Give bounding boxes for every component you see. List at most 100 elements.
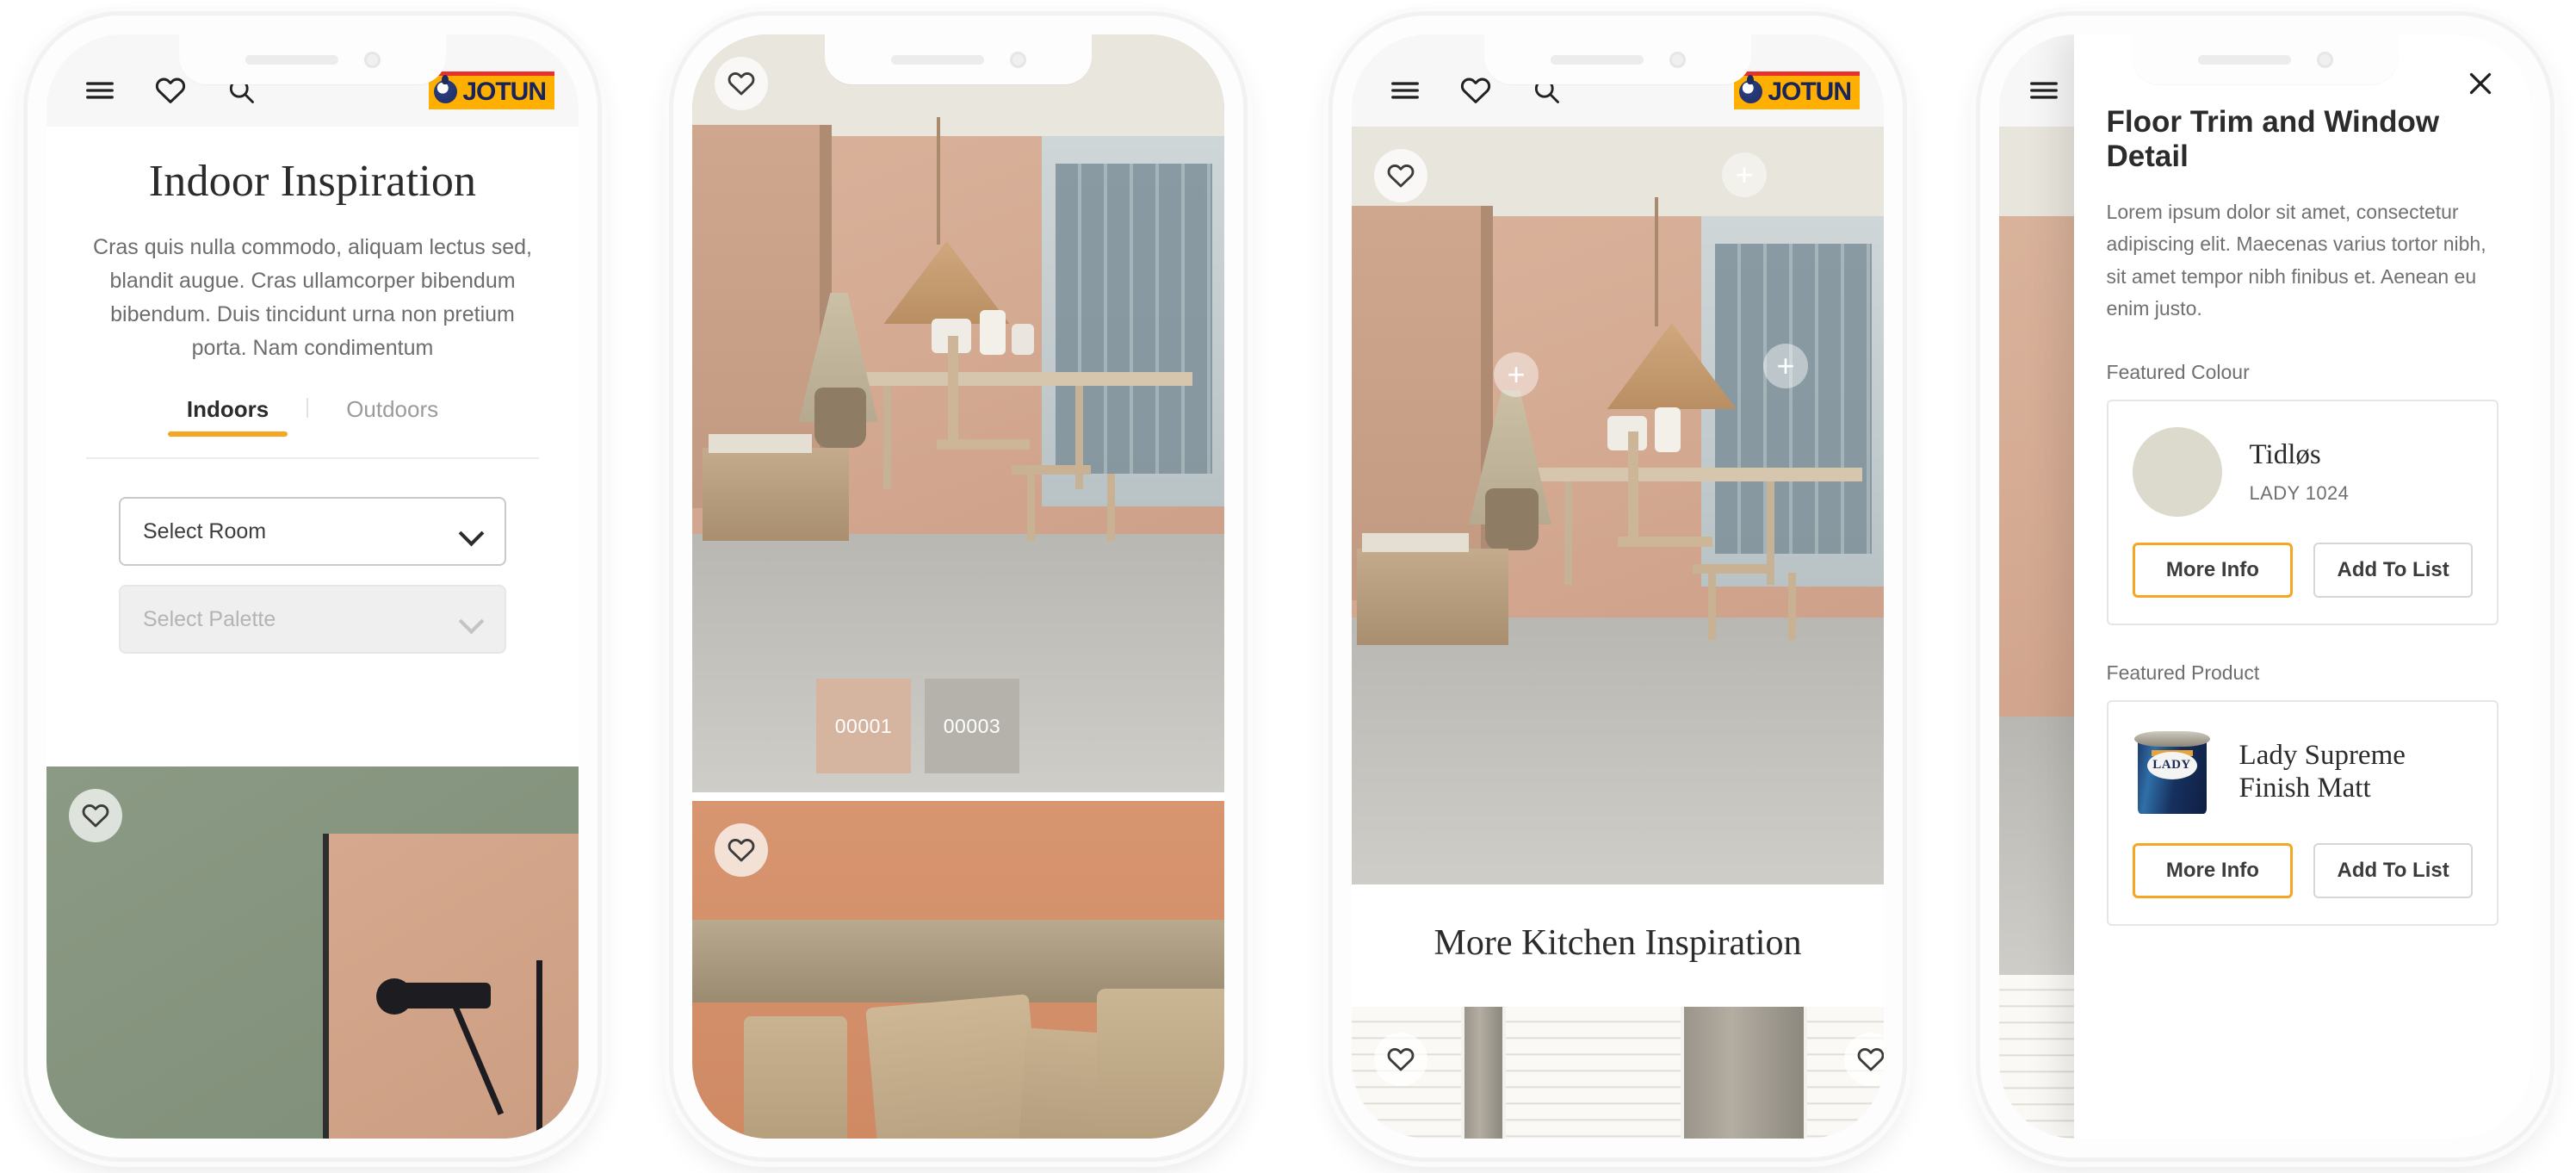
- favourite-button[interactable]: [715, 57, 768, 110]
- phone-1-body: JOTUN Indoor Inspiration Cras quis nulla…: [46, 34, 579, 1139]
- phone-4-screen: Floor Trim and Window Detail Lorem ipsum…: [1999, 34, 2531, 1139]
- hotspot-plus-icon[interactable]: +: [1722, 152, 1767, 197]
- favourite-button[interactable]: [69, 789, 122, 842]
- select-room[interactable]: Select Room: [119, 497, 506, 566]
- menu-icon[interactable]: [81, 71, 119, 109]
- menu-icon[interactable]: [1386, 71, 1424, 109]
- select-palette[interactable]: Select Palette: [119, 585, 506, 654]
- photo-books: [1362, 533, 1470, 552]
- jotun-droplet-icon: [434, 75, 458, 103]
- photo-pendant-cord: [1655, 197, 1659, 326]
- tab-indoors[interactable]: Indoors: [149, 396, 307, 437]
- colour-card-text: Tidløs LADY 1024: [2250, 439, 2350, 505]
- inspiration-photo[interactable]: + + +: [1352, 127, 1884, 884]
- favourite-button[interactable]: [715, 823, 768, 877]
- featured-colour-card: Tidløs LADY 1024 More Info Add To List: [2106, 400, 2499, 625]
- favourite-button[interactable]: [1374, 1033, 1427, 1086]
- earpiece-speaker: [1550, 54, 1644, 65]
- drawer-title: Floor Trim and Window Detail: [2106, 105, 2440, 173]
- phone-2-body: 00001 00003: [692, 34, 1224, 1139]
- front-camera: [2316, 51, 2333, 68]
- more-info-button[interactable]: More Info: [2132, 543, 2294, 598]
- colour-swatch: [2132, 427, 2222, 517]
- photo-bench: [1357, 549, 1509, 645]
- page-title: Indoor Inspiration: [148, 157, 477, 206]
- front-camera: [363, 51, 381, 68]
- photo-vase: [814, 388, 867, 448]
- paint-can-label: LADY: [2146, 751, 2197, 779]
- favourite-button[interactable]: [1374, 149, 1427, 202]
- menu-icon[interactable]: [2025, 71, 2063, 109]
- tile-thumbnail-strip: [1352, 1007, 1884, 1139]
- photo-window-glass: [1715, 244, 1872, 554]
- more-inspiration-section: More Kitchen Inspiration: [1352, 884, 1884, 1007]
- inspiration-photo[interactable]: [46, 766, 579, 1139]
- jotun-droplet-icon: [1739, 75, 1763, 103]
- drawer-description: Lorem ipsum dolor sit amet, consectetur …: [2106, 201, 2486, 320]
- add-to-list-button[interactable]: Add To List: [2313, 543, 2473, 598]
- photo-stool-leg: [1027, 474, 1036, 541]
- phone-3-body: JOTUN + + + More Kitchen Inspiration: [1352, 34, 1884, 1139]
- photo-stool-seat: [1692, 564, 1774, 574]
- tab-bar: Indoors Outdoors: [86, 396, 539, 437]
- section-title: More Kitchen Inspiration: [1434, 923, 1802, 963]
- photo-ceiling: [1352, 127, 1884, 216]
- screenshot-stage: JOTUN Indoor Inspiration Cras quis nulla…: [0, 0, 2576, 1173]
- phone-notch: [2132, 34, 2399, 84]
- phone-4: Floor Trim and Window Detail Lorem ipsum…: [1980, 16, 2550, 1157]
- photo-tableware: [1655, 407, 1681, 452]
- photo-tableware: [1011, 324, 1034, 355]
- heart-icon[interactable]: [152, 71, 189, 109]
- photo-basket: [1097, 989, 1224, 1139]
- product-name: Lady Supreme Finish Matt: [2239, 740, 2406, 804]
- add-to-list-button[interactable]: Add To List: [2313, 843, 2473, 898]
- detail-drawer: Floor Trim and Window Detail Lorem ipsum…: [2073, 34, 2531, 1139]
- photo-stool-leg: [1787, 573, 1796, 640]
- phone-1: JOTUN Indoor Inspiration Cras quis nulla…: [28, 16, 598, 1157]
- tile-thumbnail[interactable]: [1506, 1007, 1681, 1139]
- jotun-logo[interactable]: JOTUN: [1734, 71, 1860, 109]
- inspiration-photo-top[interactable]: 00001 00003: [692, 34, 1224, 792]
- phone-notch: [179, 34, 446, 84]
- phone-notch: [1484, 34, 1751, 84]
- earpiece-speaker: [890, 54, 984, 65]
- jotun-logo-text: JOTUN: [462, 77, 547, 106]
- photo-pendant-cord: [937, 117, 941, 245]
- inspiration-strip[interactable]: [1352, 1007, 1884, 1139]
- tile-thumbnail[interactable]: [1683, 1007, 1805, 1139]
- photo-books: [708, 434, 812, 453]
- more-info-button[interactable]: More Info: [2132, 843, 2294, 898]
- photo-table-top: [851, 372, 1192, 386]
- heart-icon[interactable]: [1457, 71, 1495, 109]
- colour-swatch[interactable]: 00001: [816, 679, 911, 773]
- colour-code: LADY 1024: [2249, 481, 2350, 504]
- photo-tableware: [979, 310, 1006, 355]
- chevron-down-icon: [460, 520, 482, 543]
- tile-thumbnail[interactable]: [1464, 1007, 1503, 1139]
- photo-stool-seat: [1011, 465, 1091, 475]
- earpiece-speaker: [2197, 54, 2291, 65]
- colour-code: 00003: [943, 714, 1001, 737]
- hotspot-plus-icon[interactable]: +: [1763, 344, 1808, 388]
- photo-table-top: [1533, 468, 1863, 481]
- hero-section: Indoor Inspiration Cras quis nulla commo…: [46, 127, 579, 459]
- hotspot-plus-icon[interactable]: +: [1494, 352, 1539, 397]
- front-camera: [1669, 51, 1686, 68]
- tab-outdoors[interactable]: Outdoors: [308, 396, 476, 437]
- photo-lamp-stem: [536, 959, 542, 1139]
- close-icon[interactable]: [2461, 64, 2500, 103]
- photo-stool-leg: [1708, 573, 1717, 640]
- photo-chair-back: [947, 336, 958, 448]
- product-card-actions: More Info Add To List: [2132, 843, 2473, 898]
- jotun-logo[interactable]: JOTUN: [429, 71, 554, 109]
- colour-code: 00001: [834, 714, 893, 737]
- inspiration-photo-bottom[interactable]: [692, 801, 1224, 1139]
- phone-3-screen: JOTUN + + + More Kitchen Inspiration: [1352, 34, 1884, 1139]
- paint-can-icon: LADY: [2133, 728, 2212, 817]
- photo-floor: [1352, 618, 1884, 884]
- photo-table-leg: [1564, 481, 1573, 585]
- photo-tableware: [1607, 416, 1647, 450]
- colour-swatch[interactable]: 00003: [925, 679, 1019, 773]
- phone-3: JOTUN + + + More Kitchen Inspiration: [1333, 16, 1903, 1157]
- colour-card-actions: More Info Add To List: [2132, 543, 2473, 598]
